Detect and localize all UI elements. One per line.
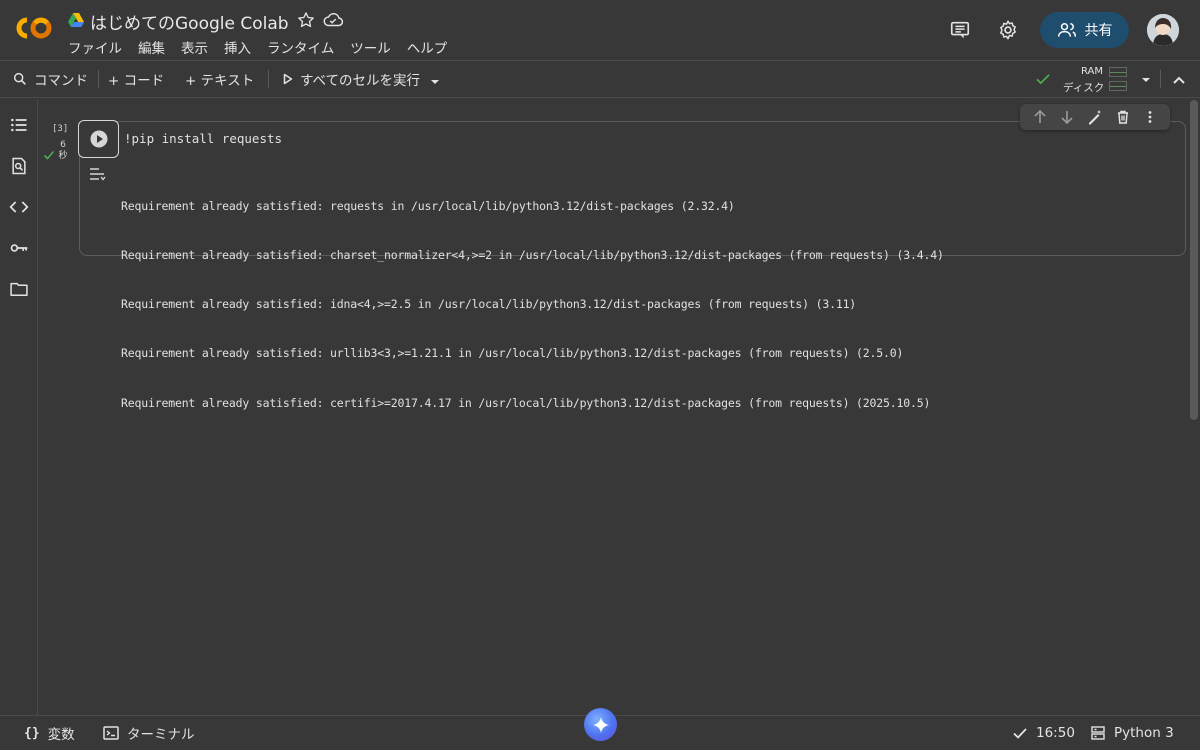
gemini-button[interactable] [584,708,617,741]
toolbar-divider [268,70,269,88]
people-icon [1057,23,1076,37]
runtime-button[interactable]: Python 3 [1090,724,1174,742]
run-all-dropdown-icon[interactable] [428,73,442,85]
toolbar-divider [98,70,99,88]
search-icon [13,72,26,85]
folder-icon[interactable] [8,278,30,300]
execution-time-value: 6 [60,140,66,150]
add-text-button[interactable]: + テキスト [185,68,254,90]
variables-label: 変数 [47,727,75,743]
find-icon[interactable] [8,155,30,177]
output-line: Requirement already satisfied: urllib3<3… [121,346,904,361]
output-line: Requirement already satisfied: certifi>=… [121,395,931,410]
share-label: 共有 [1084,23,1113,39]
execution-status[interactable]: 16:50 [1012,724,1075,742]
execution-time-unit: 秒 [58,151,68,161]
variables-button[interactable]: {} 変数 [24,724,75,744]
resources-dropdown-icon[interactable] [1138,72,1154,88]
execution-count: [3] [52,124,69,134]
sparkle-icon [592,716,609,733]
move-cell-down-icon[interactable] [1056,106,1078,128]
ram-meter[interactable] [1109,67,1127,77]
add-text-label: + テキスト [185,73,255,89]
cloud-saved-icon[interactable] [322,10,344,30]
command-label: コマンド [34,73,88,89]
terminal-label: ターミナル [127,727,195,743]
terminal-button[interactable]: ターミナル [103,724,195,743]
menu-tools[interactable]: ツール [350,37,391,57]
avatar[interactable] [1147,14,1179,46]
runtime-label: Python 3 [1114,725,1174,741]
terminal-icon [103,726,119,740]
gear-icon[interactable] [990,12,1026,48]
edit-cell-icon[interactable] [1084,106,1106,128]
braces-icon: {} [24,725,40,741]
connected-check-icon [1034,70,1052,88]
star-icon[interactable] [296,10,316,30]
notebook-title[interactable]: はじめてのGoogle Colab [90,9,289,34]
toolbar-divider [1160,70,1161,88]
ram-label[interactable]: RAM [1081,66,1103,77]
output-line: Requirement already satisfied: charset_n… [121,248,944,263]
cell-toolbar [1020,104,1170,130]
notebook-toolbar [0,60,1200,98]
status-time: 16:50 [1036,725,1075,741]
delete-cell-icon[interactable] [1112,106,1134,128]
check-icon [1013,728,1027,739]
menu-bar: ファイル 編集 表示 挿入 ランタイム ツール ヘルプ [68,37,463,57]
move-cell-up-icon[interactable] [1029,106,1051,128]
clear-output-icon[interactable] [88,166,106,182]
cell-output: Requirement already satisfied: requests … [121,165,944,428]
menu-view[interactable]: 表示 [181,37,208,57]
menu-edit[interactable]: 編集 [138,37,165,57]
output-line: Requirement already satisfied: requests … [121,198,735,213]
menu-help[interactable]: ヘルプ [407,37,448,57]
add-code-label: + コード [108,73,165,89]
play-outline-icon [283,73,293,85]
output-line: Requirement already satisfied: idna<4,>=… [121,297,857,312]
google-drive-icon[interactable] [68,12,84,28]
run-all-label: すべてのセルを実行 [300,73,421,89]
menu-insert[interactable]: 挿入 [224,37,251,57]
run-cell-button[interactable] [78,120,119,158]
command-palette-button[interactable]: コマンド [12,68,88,90]
colab-logo[interactable] [14,14,54,42]
execution-time: 6 秒 [57,140,69,162]
more-vert-icon[interactable] [1139,106,1161,128]
code-snippets-icon[interactable] [8,196,30,218]
share-button[interactable]: 共有 [1040,12,1129,48]
vertical-scrollbar[interactable] [1190,100,1198,420]
comment-icon[interactable] [942,12,978,48]
disk-meter[interactable] [1109,81,1127,91]
code-editor[interactable]: !pip install requests [124,131,282,146]
server-icon [1091,726,1105,740]
play-circle-icon [90,130,107,148]
table-of-contents-icon[interactable] [8,114,30,136]
execution-success-icon [43,146,55,160]
side-rail [0,99,38,715]
key-icon[interactable] [8,237,30,259]
add-code-button[interactable]: + コード [108,68,164,90]
menu-runtime[interactable]: ランタイム [267,37,334,57]
run-all-button[interactable]: すべてのセルを実行 [282,68,420,90]
disk-label[interactable]: ディスク [1063,80,1104,95]
menu-file[interactable]: ファイル [68,37,122,57]
chevron-up-icon[interactable] [1170,72,1188,88]
